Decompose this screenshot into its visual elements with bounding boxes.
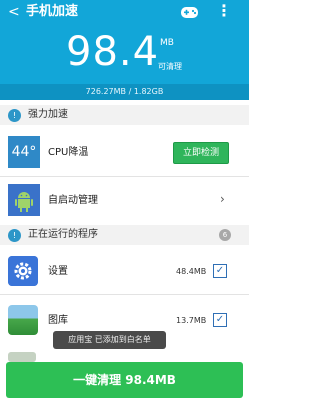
app-name: 设置 — [48, 266, 68, 277]
section-title: 正在运行的程序 — [28, 229, 98, 240]
section-title: 强力加速 — [28, 109, 68, 120]
cleanable-label: 可清理 — [158, 62, 182, 71]
app-size: 13.7MB — [176, 316, 207, 325]
app-name: 图库 — [48, 315, 68, 326]
divider — [0, 294, 249, 295]
gamepad-icon[interactable] — [180, 6, 199, 19]
app-row[interactable]: 设置 48.4MB ✓ — [0, 252, 249, 290]
cpu-cooling-label: CPU降温 — [48, 147, 89, 158]
title-bar: < 手机加速 ⋮ — [0, 0, 249, 26]
android-icon — [8, 184, 40, 216]
app-icon-partial — [8, 352, 36, 362]
chevron-right-icon: › — [220, 192, 225, 206]
running-section-header: ! 正在运行的程序 6 — [0, 225, 249, 245]
more-menu-icon[interactable]: ⋮ — [216, 3, 232, 19]
autostart-row[interactable]: 自启动管理 › — [0, 180, 249, 220]
toast-message: 应用宝 已添加到白名单 — [53, 331, 166, 349]
cpu-cooling-row: 44° CPU降温 立即检测 — [0, 130, 249, 174]
info-icon: ! — [8, 229, 21, 242]
size-unit: MB — [160, 38, 174, 48]
gear-icon — [8, 256, 38, 286]
one-click-clean-button[interactable]: 一键清理 98.4MB — [6, 362, 243, 398]
check-now-button[interactable]: 立即检测 — [173, 142, 229, 164]
info-icon: ! — [8, 109, 21, 122]
app-size: 48.4MB — [176, 267, 207, 276]
app-checkbox[interactable]: ✓ — [213, 264, 227, 278]
header-area: < 手机加速 ⋮ 98.4 MB 可清理 726.27MB / 1.82GB — [0, 0, 249, 100]
gallery-icon — [8, 305, 38, 335]
back-arrow-icon[interactable]: < — [8, 5, 20, 19]
cleanable-size: 98.4 — [66, 29, 160, 75]
running-count-badge: 6 — [219, 229, 231, 241]
boost-section-header: ! 强力加速 — [0, 105, 249, 125]
temperature-badge: 44° — [8, 136, 40, 168]
page-title: 手机加速 — [26, 4, 79, 19]
app-checkbox[interactable]: ✓ — [213, 313, 227, 327]
autostart-label: 自启动管理 — [48, 195, 98, 206]
memory-usage: 726.27MB / 1.82GB — [85, 87, 164, 96]
divider — [0, 176, 249, 177]
